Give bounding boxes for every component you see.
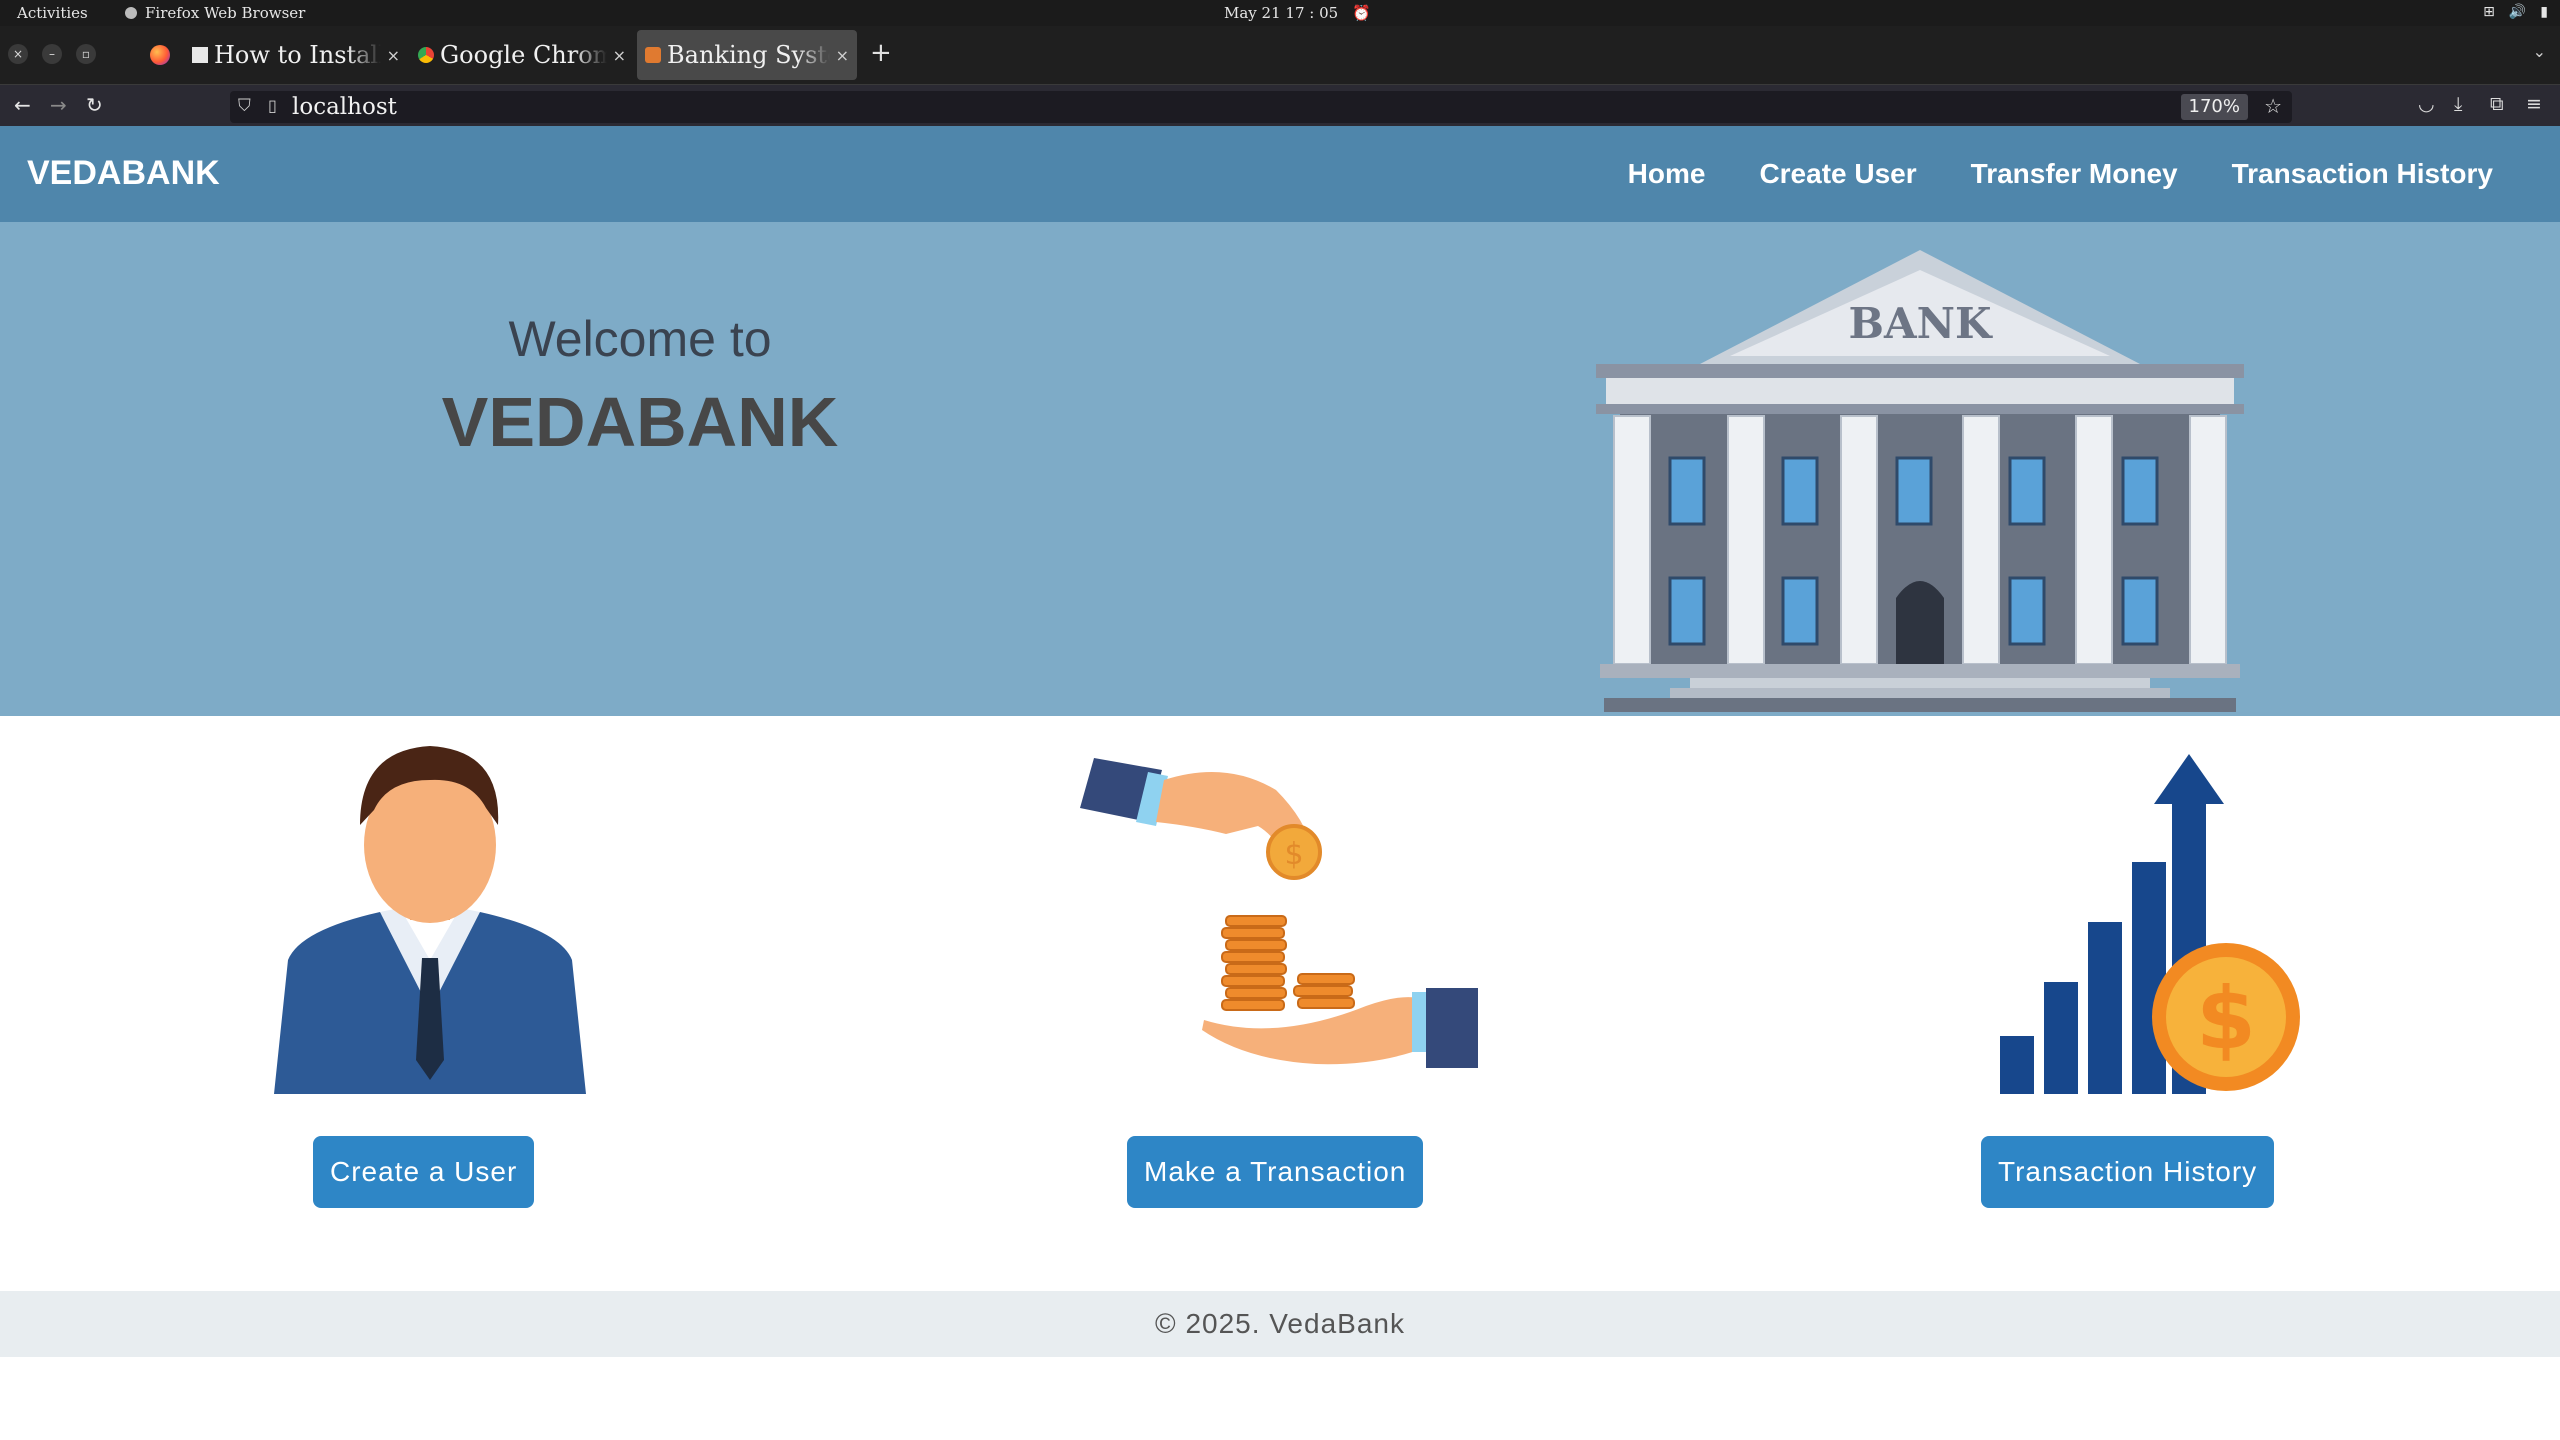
site-footer: © 2025. VedaBank <box>0 1291 2560 1357</box>
back-icon[interactable]: ← <box>14 93 31 117</box>
app-name: Firefox Web Browser <box>145 4 306 22</box>
site-brand[interactable]: VEDABANK <box>27 154 220 193</box>
battery-icon: ▮ <box>2540 4 2548 20</box>
forward-icon[interactable]: → <box>50 93 67 117</box>
svg-text:$: $ <box>2196 969 2256 1069</box>
extensions-icon[interactable]: ⧉ <box>2490 93 2504 115</box>
coin-transfer-icon: $ <box>1080 758 1478 1068</box>
growth-chart-icon: $ <box>2000 754 2300 1094</box>
nav-create-user[interactable]: Create User <box>1759 158 1916 190</box>
bank-building-image: BANK <box>1596 250 2244 712</box>
tab-how-to-install[interactable]: How to Install ( × <box>192 30 400 80</box>
activities-button[interactable]: Activities <box>17 4 88 22</box>
reload-icon[interactable]: ↻ <box>86 93 103 117</box>
close-window-icon[interactable]: × <box>8 44 28 64</box>
tab-banking-system[interactable]: Banking System × <box>637 30 857 80</box>
new-tab-icon[interactable]: + <box>870 38 892 68</box>
nav-transaction-history[interactable]: Transaction History <box>2232 158 2493 190</box>
clock[interactable]: May 21 17 : 05 ⏰ <box>1224 4 1371 22</box>
pocket-icon[interactable]: ◡ <box>2418 93 2435 115</box>
nav-home[interactable]: Home <box>1628 158 1706 190</box>
close-tab-icon[interactable]: × <box>387 46 400 65</box>
navigation-toolbar: ← → ↻ ⛉ ▯ localhost 170% ☆ ◡ ⤓ ⧉ ≡ <box>0 84 2560 126</box>
business-person-icon <box>274 746 586 1094</box>
nav-transfer-money[interactable]: Transfer Money <box>1971 158 2178 190</box>
transaction-history-button[interactable]: Transaction History <box>1981 1136 2275 1208</box>
close-tab-icon[interactable]: × <box>613 46 626 65</box>
address-bar[interactable]: ⛉ ▯ localhost 170% ☆ <box>230 91 2292 123</box>
minimize-window-icon[interactable]: – <box>42 44 62 64</box>
hero-title: VEDABANK <box>441 383 839 461</box>
zoom-level[interactable]: 170% <box>2180 94 2248 120</box>
alarm-icon: ⏰ <box>1352 4 1371 22</box>
shield-icon[interactable]: ⛉ <box>238 96 251 116</box>
page-info-icon[interactable]: ▯ <box>268 96 277 115</box>
chrome-favicon <box>418 47 434 63</box>
tab-title: How to Install ( <box>214 41 381 69</box>
clock-text: May 21 17 : 05 <box>1224 4 1339 22</box>
restore-window-icon[interactable]: ▫ <box>76 44 96 64</box>
app-menu[interactable]: Firefox Web Browser <box>125 4 305 22</box>
menu-icon[interactable]: ≡ <box>2526 93 2542 115</box>
tab-google-chrome[interactable]: Google Chrome × <box>418 30 626 80</box>
firefox-view-icon[interactable] <box>150 45 170 65</box>
bank-favicon <box>645 47 661 63</box>
tab-title: Banking System <box>667 41 830 69</box>
site-nav: Home Create User Transfer Money Transact… <box>1628 158 2493 190</box>
make-transaction-button[interactable]: Make a Transaction <box>1127 1136 1424 1208</box>
svg-text:$: $ <box>1284 837 1303 872</box>
list-tabs-icon[interactable]: ⌄ <box>2533 42 2546 61</box>
firefox-small-icon <box>125 7 137 19</box>
page-favicon <box>192 47 208 63</box>
close-tab-icon[interactable]: × <box>836 46 849 65</box>
tab-title: Google Chrome <box>440 41 607 69</box>
system-top-bar: Activities Firefox Web Browser May 21 17… <box>0 0 2560 26</box>
bank-sign-text: BANK <box>1849 299 1993 348</box>
hero-welcome: Welcome to <box>508 311 772 367</box>
bookmark-star-icon[interactable]: ☆ <box>2264 94 2282 118</box>
create-user-button[interactable]: Create a User <box>313 1136 535 1208</box>
site-header: VEDABANK Home Create User Transfer Money… <box>0 126 2560 222</box>
hero-banner: Welcome to VEDABANK BANK <box>0 222 2560 716</box>
url-text[interactable]: localhost <box>292 94 397 120</box>
system-tray[interactable]: ⊞ 🔊 ▮ <box>2483 4 2548 20</box>
volume-icon: 🔊 <box>2508 4 2527 20</box>
downloads-icon[interactable]: ⤓ <box>2454 93 2462 115</box>
network-icon: ⊞ <box>2483 4 2495 20</box>
